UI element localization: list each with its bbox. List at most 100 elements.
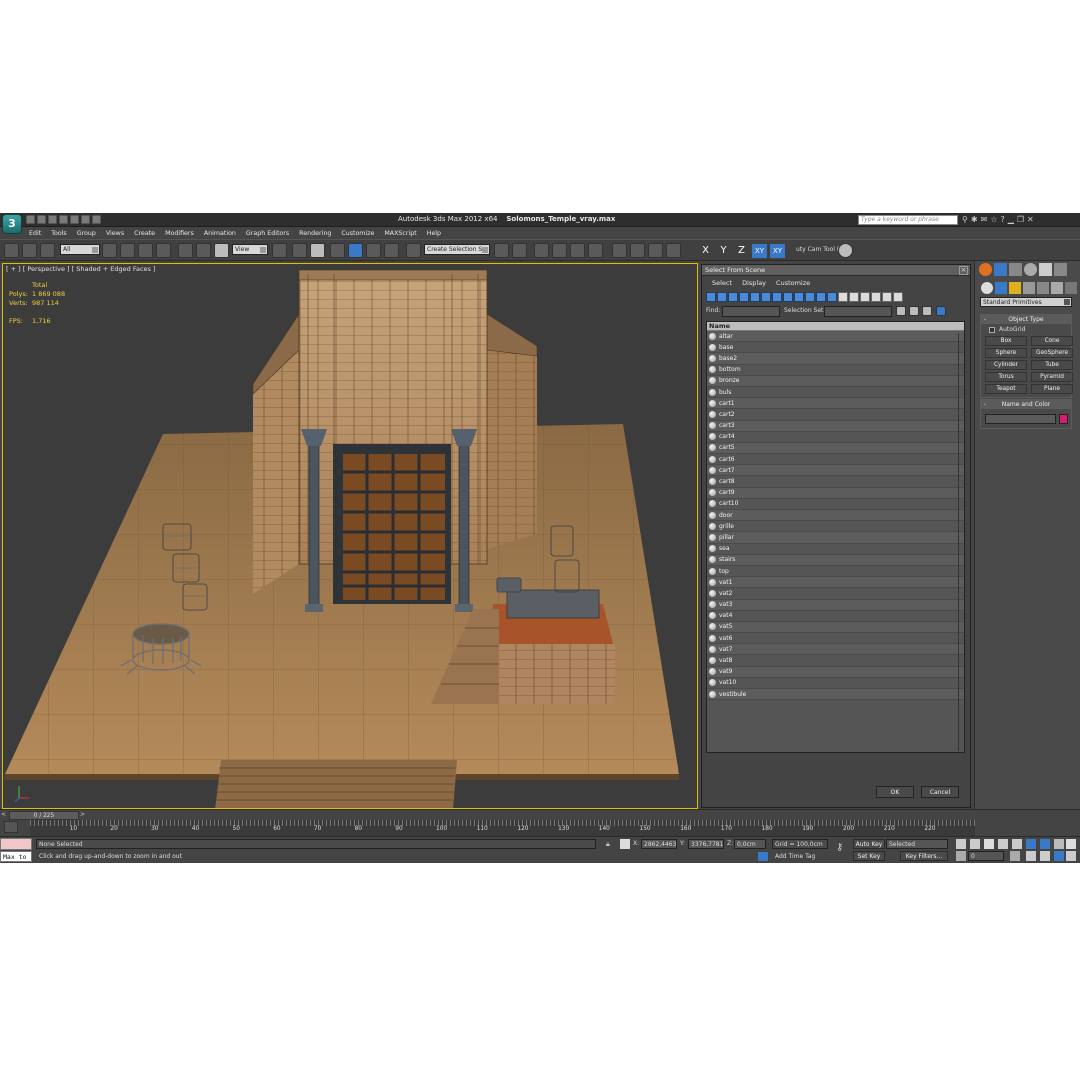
previous-frame-icon[interactable]	[970, 839, 980, 849]
list-item[interactable]: vat1	[707, 577, 964, 589]
menu-tools[interactable]: Tools	[46, 228, 72, 239]
time-configuration-icon[interactable]	[1010, 851, 1020, 861]
motion-tab-icon[interactable]	[1024, 263, 1037, 276]
dialog-menu-display[interactable]: Display	[737, 278, 771, 288]
key-icon[interactable]: ⚷	[836, 842, 843, 853]
cone-button[interactable]: Cone	[1031, 336, 1073, 346]
modify-tab-icon[interactable]	[994, 263, 1007, 276]
list-item[interactable]: base2	[707, 353, 964, 365]
edit-named-selection-icon[interactable]	[406, 243, 421, 258]
helpers-icon[interactable]	[1037, 282, 1049, 294]
plane-button[interactable]: Plane	[1031, 384, 1073, 394]
menu-help[interactable]: Help	[422, 228, 446, 239]
select-object-icon[interactable]	[102, 243, 117, 258]
axis-z-button[interactable]: Z	[734, 244, 749, 258]
menu-rendering[interactable]: Rendering	[294, 228, 336, 239]
add-time-tag[interactable]: Add Time Tag	[775, 853, 815, 860]
hierarchy-tab-icon[interactable]	[1009, 263, 1022, 276]
play-icon[interactable]	[984, 839, 994, 849]
unlink-icon[interactable]	[22, 243, 37, 258]
list-item[interactable]: cart2	[707, 409, 964, 421]
maximize-viewport-icon[interactable]	[1066, 851, 1076, 861]
time-slider[interactable]: < 0 / 225 >	[0, 809, 1080, 820]
cam-tool-label[interactable]: uty Cam Tool (	[796, 246, 839, 253]
dialog-title[interactable]: Select From Scene	[702, 265, 970, 276]
cameras-icon[interactable]	[1023, 282, 1035, 294]
shapes-filter-icon[interactable]	[717, 292, 727, 302]
list-item[interactable]: cart8	[707, 476, 964, 488]
app-logo-icon[interactable]: 3	[2, 214, 22, 234]
window-crossing-icon[interactable]	[156, 243, 171, 258]
select-manipulate-icon[interactable]	[292, 243, 307, 258]
dialog-menu-select[interactable]: Select	[707, 278, 737, 288]
time-tag-icon[interactable]	[758, 852, 768, 861]
material-editor-icon[interactable]	[612, 243, 627, 258]
maxscript-mini-listener[interactable]	[0, 838, 32, 850]
go-to-start-icon[interactable]	[956, 839, 966, 849]
primitive-category-dropdown[interactable]: Standard Primitives	[980, 297, 1072, 307]
space-warps-icon[interactable]	[1051, 282, 1063, 294]
save-file-icon[interactable]	[48, 215, 57, 224]
selection-set-options-icon[interactable]	[936, 306, 946, 316]
list-item[interactable]: vat8	[707, 655, 964, 667]
axis-xy-flyout-button[interactable]: XY	[770, 244, 785, 258]
key-mode-toggle-icon[interactable]	[956, 851, 966, 861]
sync-selection-icon[interactable]	[871, 292, 881, 302]
object-name-input[interactable]	[985, 414, 1056, 424]
autogrid-checkbox[interactable]: AutoGrid	[981, 326, 1071, 333]
subscription-icon[interactable]: ✱	[971, 214, 978, 225]
viewport-label[interactable]: [ + ] [ Perspective ] [ Shaded + Edged F…	[6, 265, 156, 273]
binoculars-icon[interactable]: ⚲	[962, 214, 968, 225]
name-and-color-title[interactable]: - Name and Color	[981, 400, 1071, 409]
angle-snap-icon[interactable]	[348, 243, 363, 258]
shapes-icon[interactable]	[995, 282, 1007, 294]
pyramid-button[interactable]: Pyramid	[1031, 372, 1073, 382]
object-type-title[interactable]: - Object Type	[981, 315, 1071, 324]
undo-icon[interactable]	[59, 215, 68, 224]
systems-icon[interactable]	[1065, 282, 1077, 294]
list-item[interactable]: top	[707, 566, 964, 578]
lock-icon[interactable]: 🔒︎	[606, 840, 610, 849]
close-icon[interactable]: ✕	[1027, 214, 1034, 225]
teapot-button[interactable]: Teapot	[985, 384, 1027, 394]
close-icon[interactable]: ×	[959, 266, 968, 275]
display-tab-icon[interactable]	[1039, 263, 1052, 276]
infocenter-search-input[interactable]: Type a keyword or phrase	[858, 215, 958, 225]
list-item[interactable]: vat3	[707, 599, 964, 611]
lights-filter-icon[interactable]	[728, 292, 738, 302]
perspective-viewport[interactable]: [ + ] [ Perspective ] [ Shaded + Edged F…	[2, 263, 698, 809]
geometry-icon[interactable]	[981, 282, 993, 294]
list-item[interactable]: vat6	[707, 633, 964, 645]
list-item[interactable]: vat2	[707, 588, 964, 600]
display-all-icon[interactable]	[838, 292, 848, 302]
menu-animation[interactable]: Animation	[199, 228, 241, 239]
list-item[interactable]: cart1	[707, 398, 964, 410]
list-item[interactable]: bronze	[707, 375, 964, 387]
selection-filter-dropdown[interactable]: All	[60, 244, 100, 255]
cameras-filter-icon[interactable]	[739, 292, 749, 302]
mini-curve-editor-icon[interactable]	[4, 821, 18, 833]
curve-editor-icon[interactable]	[570, 243, 585, 258]
align-icon[interactable]	[512, 243, 527, 258]
project-folder-icon[interactable]	[81, 215, 90, 224]
current-frame-field[interactable]: 0	[968, 851, 1004, 861]
list-scrollbar[interactable]	[958, 333, 963, 751]
menu-customize[interactable]: Customize	[336, 228, 379, 239]
menu-create[interactable]: Create	[129, 228, 160, 239]
cancel-button[interactable]: Cancel	[921, 786, 959, 798]
mirror-icon[interactable]	[494, 243, 509, 258]
rendered-frame-window-icon[interactable]	[648, 243, 663, 258]
menu-maxscript[interactable]: MAXScript	[379, 228, 421, 239]
list-item[interactable]: cart3	[707, 420, 964, 432]
xrefs-filter-icon[interactable]	[783, 292, 793, 302]
box-button[interactable]: Box	[985, 336, 1027, 346]
display-none-icon[interactable]	[849, 292, 859, 302]
customize-qa-icon[interactable]	[92, 215, 101, 224]
zoom-extents-icon[interactable]	[1026, 839, 1036, 849]
graphite-ribbon-icon[interactable]	[552, 243, 567, 258]
set-key-button[interactable]: Set Key	[853, 851, 885, 861]
menu-edit[interactable]: Edit	[24, 228, 46, 239]
menu-group[interactable]: Group	[72, 228, 101, 239]
reference-coordinate-dropdown[interactable]: View	[232, 244, 268, 255]
sphere-button[interactable]: Sphere	[985, 348, 1027, 358]
